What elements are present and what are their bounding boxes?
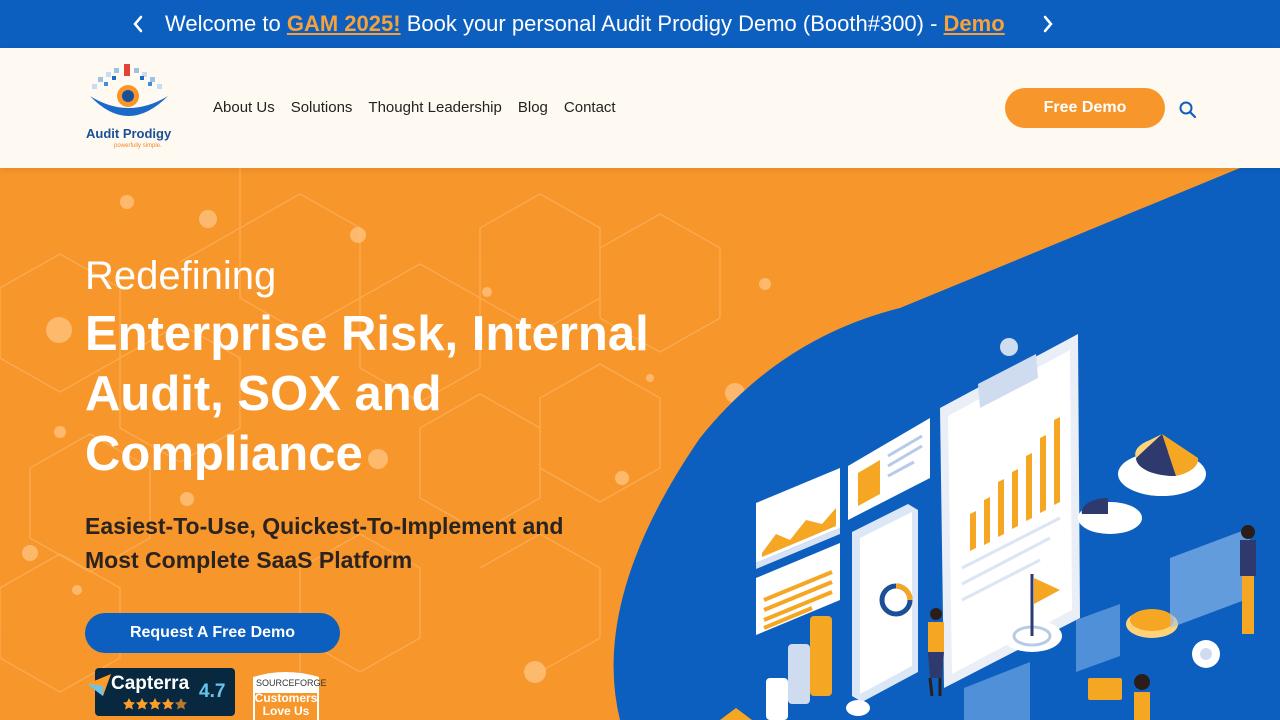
free-demo-button[interactable]: Free Demo — [1005, 88, 1165, 128]
logo[interactable]: Audit Prodigy powerfully simple. — [84, 62, 176, 152]
nav-item-about-us[interactable]: About Us — [213, 99, 275, 116]
nav-item-contact[interactable]: Contact — [564, 99, 616, 116]
hero-eyebrow: Redefining — [85, 254, 277, 298]
logo-name: Audit Prodigy — [86, 126, 172, 141]
nav-item-thought-leadership[interactable]: Thought Leadership — [368, 99, 501, 116]
capterra-name: Capterra — [111, 673, 190, 694]
sourceforge-name: SOURCEFORGE — [256, 678, 327, 688]
nav-item-blog[interactable]: Blog — [518, 99, 548, 116]
announcement-bar: Welcome to GAM 2025! Book your personal … — [0, 0, 1280, 48]
announcement-message: Welcome to GAM 2025! Book your personal … — [165, 10, 1005, 38]
sourceforge-text-2: Love Us — [262, 704, 310, 718]
logo-tagline: powerfully simple. — [114, 143, 162, 149]
hero-section: Redefining Enterprise Risk, Internal Aud… — [0, 168, 1280, 720]
hero-headline: Enterprise Risk, Internal Audit, SOX and… — [85, 307, 649, 481]
hero-subheadline: Easiest-To-Use, Quickest-To-Implement an… — [85, 513, 564, 573]
hero-heading: Redefining Enterprise Risk, Internal Aud… — [85, 252, 685, 484]
request-demo-button[interactable]: Request A Free Demo — [85, 613, 340, 653]
chevron-right-icon[interactable] — [1036, 12, 1060, 36]
capterra-rating: 4.7 — [199, 681, 226, 702]
sourceforge-badge[interactable]: SOURCEFORGE Customers Love Us — [251, 669, 327, 720]
sourceforge-text-1: Customers — [254, 691, 318, 705]
event-link[interactable]: GAM 2025! — [287, 11, 401, 36]
main-nav: About Us Solutions Thought Leadership Bl… — [213, 99, 616, 116]
search-icon[interactable] — [1178, 100, 1198, 120]
logo-mark-icon — [90, 64, 168, 116]
announcement-middle: Book your personal Audit Prodigy Demo (B… — [400, 11, 944, 36]
announcement-prefix: Welcome to — [165, 11, 287, 36]
nav-item-solutions[interactable]: Solutions — [291, 99, 353, 116]
chevron-left-icon[interactable] — [126, 12, 150, 36]
site-header: Audit Prodigy powerfully simple. About U… — [0, 48, 1280, 168]
demo-link[interactable]: Demo — [944, 11, 1005, 36]
capterra-badge[interactable]: Capterra 4.7 — [85, 668, 235, 716]
